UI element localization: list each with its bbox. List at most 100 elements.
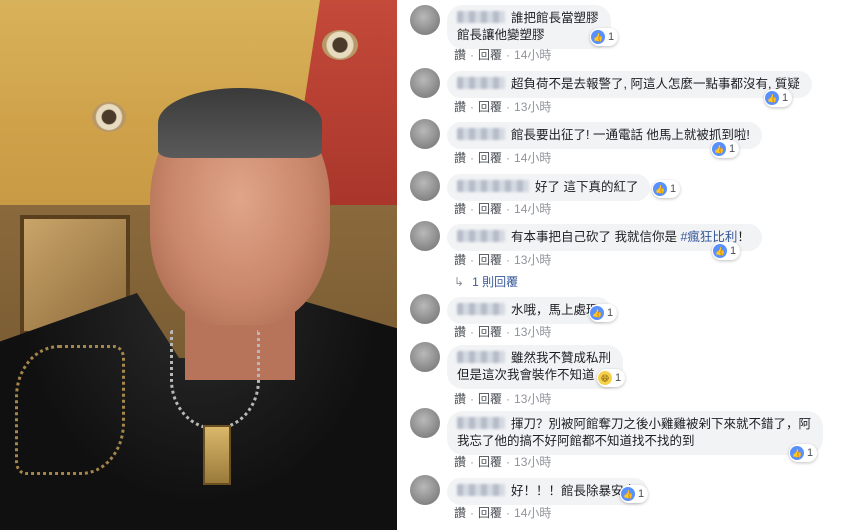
blurred-username[interactable]: [457, 11, 505, 23]
timestamp[interactable]: 13小時: [514, 455, 551, 469]
comment-actions: 讚 · 回覆 · 14小時: [454, 202, 552, 216]
like-link[interactable]: 讚: [454, 151, 466, 165]
comment-text: 但是這次我會裝作不知道: [457, 368, 595, 382]
like-link[interactable]: 讚: [454, 325, 466, 339]
blurred-username[interactable]: [457, 77, 505, 89]
comment-bubble: 誰把館長當塑膠 館長讓他變塑膠: [447, 5, 611, 49]
like-link[interactable]: 讚: [454, 455, 466, 469]
timestamp[interactable]: 14小時: [514, 48, 551, 62]
blurred-username[interactable]: [457, 484, 505, 496]
comment-bubble: 水哦，馬上處理: [447, 297, 611, 324]
comment-text: 我忘了他的搞不好阿館都不知道找不找的到: [457, 434, 695, 448]
comment-actions: 讚 · 回覆 · 13小時: [454, 455, 552, 469]
comment-actions: 讚 · 回覆 · 14小時: [454, 151, 552, 165]
comment-text: 館長要出征了! 一通電話 他馬上就被抓到啦!: [511, 128, 750, 142]
timestamp[interactable]: 14小時: [514, 151, 551, 165]
avatar[interactable]: [410, 171, 440, 201]
profile-photo: [0, 0, 397, 530]
comment-bubble: 超負荷不是去報警了, 阿這人怎麼一點事都沒有, 質疑: [447, 71, 812, 98]
timestamp[interactable]: 13小時: [514, 100, 551, 114]
like-link[interactable]: 讚: [454, 253, 466, 267]
blurred-username[interactable]: [457, 303, 505, 315]
reply-link[interactable]: 回覆: [478, 100, 502, 114]
reaction-count[interactable]: 👍 1: [652, 180, 681, 198]
reply-arrow-icon: ↳: [454, 275, 465, 289]
comment-text: 好！！！館長除暴安良: [511, 484, 637, 498]
comment-bubble: 好了 這下真的紅了: [447, 174, 651, 201]
reply-link[interactable]: 回覆: [478, 48, 502, 62]
avatar[interactable]: [410, 475, 440, 505]
ceiling-light: [322, 30, 358, 60]
comment-text: 雖然我不贊成私刑: [511, 351, 612, 365]
timestamp[interactable]: 14小時: [514, 506, 551, 520]
reply-link[interactable]: 回覆: [478, 392, 502, 406]
like-icon: 👍: [790, 446, 804, 460]
blurred-username[interactable]: [457, 180, 529, 192]
like-icon: 👍: [590, 306, 604, 320]
timestamp[interactable]: 13小時: [514, 253, 551, 267]
like-icon: 👍: [621, 487, 635, 501]
reaction-count[interactable]: 👍 1: [764, 89, 793, 107]
avatar[interactable]: [410, 408, 440, 438]
avatar[interactable]: [410, 221, 440, 251]
haha-icon: 😆: [598, 371, 612, 385]
necklace-chain: [170, 330, 260, 430]
avatar[interactable]: [410, 5, 440, 35]
avatar[interactable]: [410, 342, 440, 372]
blurred-username[interactable]: [457, 128, 505, 140]
comment-text: ！: [737, 230, 750, 244]
reply-link[interactable]: 回覆: [478, 253, 502, 267]
reply-link[interactable]: 回覆: [478, 325, 502, 339]
reply-link[interactable]: 回覆: [478, 506, 502, 520]
comment-actions: 讚 · 回覆 · 13小時: [454, 325, 552, 339]
reaction-count[interactable]: 👍 1: [589, 304, 618, 322]
comment-text: 館長讓他變塑膠: [457, 28, 545, 42]
like-link[interactable]: 讚: [454, 392, 466, 406]
comments-panel: 誰把館長當塑膠 館長讓他變塑膠 👍 1 讚 · 回覆 · 14小時 超負荷不是去報警了, …: [397, 0, 851, 530]
avatar[interactable]: [410, 294, 440, 324]
avatar[interactable]: [410, 68, 440, 98]
comment-actions: 讚 · 回覆 · 14小時: [454, 48, 552, 62]
comment-text: 好了 這下真的紅了: [535, 180, 639, 194]
reaction-count[interactable]: 👍 1: [712, 242, 741, 260]
like-link[interactable]: 讚: [454, 506, 466, 520]
comment-text: 水哦，馬上處理: [511, 303, 599, 317]
comment-text: 揮刀？別被阿館奪刀之後小雞雞被剁下來就不錯了，阿: [511, 417, 812, 431]
comment-actions: 讚 · 回覆 · 13小時: [454, 100, 552, 114]
comment-actions: 讚 · 回覆 · 13小時: [454, 392, 552, 406]
reply-link[interactable]: 回覆: [478, 151, 502, 165]
like-link[interactable]: 讚: [454, 202, 466, 216]
gold-embroidery: [15, 345, 125, 475]
comment-actions: 讚 · 回覆 · 13小時: [454, 253, 552, 267]
blurred-username[interactable]: [457, 230, 505, 242]
avatar[interactable]: [410, 119, 440, 149]
like-icon: 👍: [713, 244, 727, 258]
view-replies-link[interactable]: ↳ 1 則回覆: [454, 273, 518, 290]
comment-bubble: 雖然我不贊成私刑 但是這次我會裝作不知道: [447, 345, 624, 389]
reaction-count[interactable]: 😆 1: [597, 369, 626, 387]
comment-actions: 讚 · 回覆 · 14小時: [454, 506, 552, 520]
reaction-count[interactable]: 👍 1: [711, 140, 740, 158]
like-link[interactable]: 讚: [454, 100, 466, 114]
timestamp[interactable]: 13小時: [514, 392, 551, 406]
like-icon: 👍: [653, 182, 667, 196]
like-icon: 👍: [765, 91, 779, 105]
blurred-username[interactable]: [457, 417, 505, 429]
like-icon: 👍: [591, 30, 605, 44]
comment-bubble: 揮刀？別被阿館奪刀之後小雞雞被剁下來就不錯了，阿 我忘了他的搞不好阿館都不知道找…: [447, 411, 824, 455]
necklace-pendant: [203, 425, 231, 485]
reaction-count[interactable]: 👍 1: [789, 444, 818, 462]
comment-bubble: 好！！！館長除暴安良: [447, 478, 649, 505]
comment-text: 有本事把自己砍了 我就信你是: [511, 230, 681, 244]
timestamp[interactable]: 14小時: [514, 202, 551, 216]
reaction-count[interactable]: 👍 1: [620, 485, 649, 503]
comment-text: 超負荷不是去報警了, 阿這人怎麼一點事都沒有, 質疑: [511, 77, 800, 91]
reply-link[interactable]: 回覆: [478, 455, 502, 469]
reply-link[interactable]: 回覆: [478, 202, 502, 216]
like-icon: 👍: [712, 142, 726, 156]
reaction-count[interactable]: 👍 1: [590, 28, 619, 46]
blurred-username[interactable]: [457, 351, 505, 363]
ceiling-light: [92, 102, 126, 132]
like-link[interactable]: 讚: [454, 48, 466, 62]
timestamp[interactable]: 13小時: [514, 325, 551, 339]
